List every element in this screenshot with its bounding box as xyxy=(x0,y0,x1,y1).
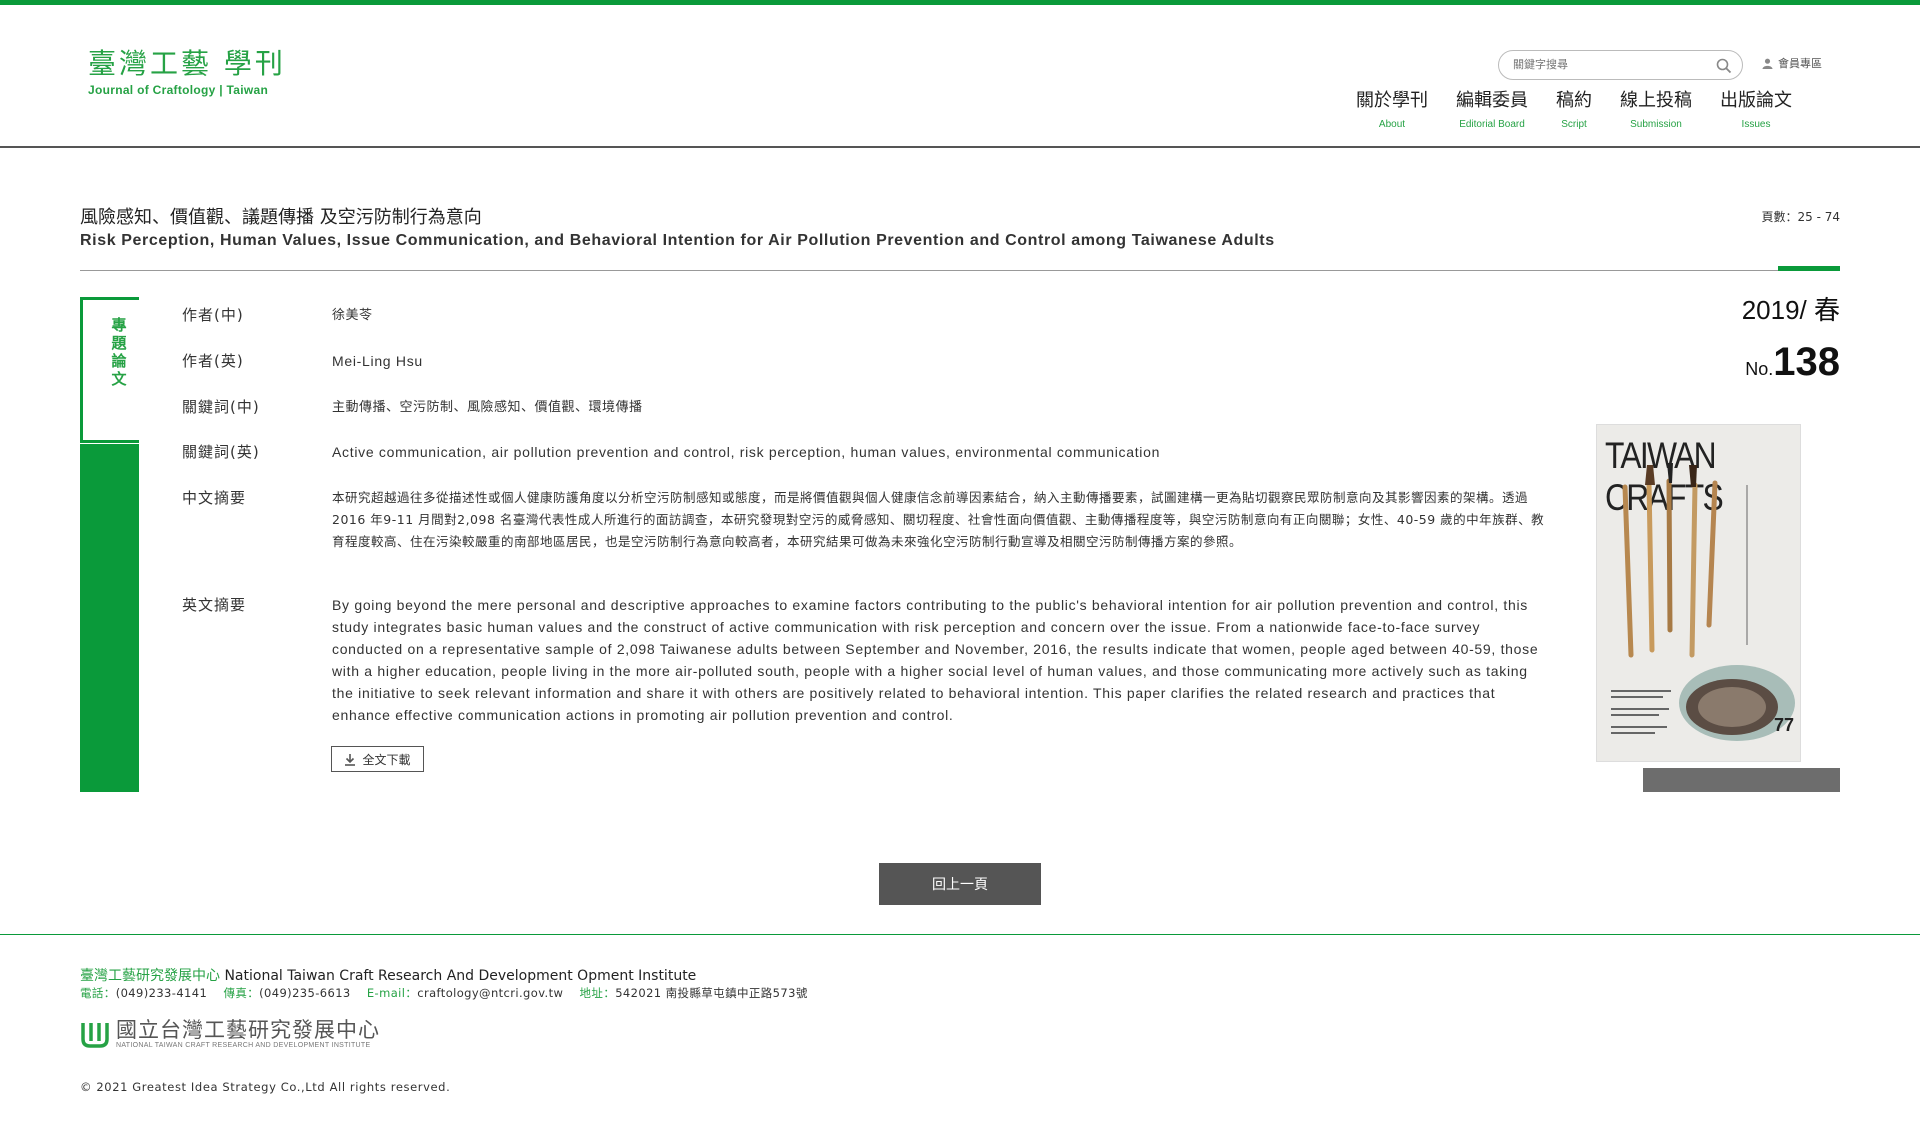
logo-en: Journal of Craftology | Taiwan xyxy=(88,83,269,97)
search-input[interactable] xyxy=(1513,58,1703,71)
nav-about[interactable]: 關於學刊 About xyxy=(1356,89,1428,130)
address-value: 542021 南投縣草屯鎮中正路573號 xyxy=(615,986,808,1000)
keywords-en-value: Active communication, air pollution prev… xyxy=(332,444,1161,460)
category-label: 專題論文 xyxy=(111,316,127,388)
category-bar xyxy=(80,444,139,792)
nav-issues-sublabel: Issues xyxy=(1741,119,1771,130)
institute-name-en: National Taiwan Craft Research And Devel… xyxy=(224,968,697,984)
member-link[interactable]: 會員專區 xyxy=(1762,55,1822,71)
cover-issue-number: 77 xyxy=(1774,715,1795,735)
nav-issues[interactable]: 出版論文 Issues xyxy=(1720,89,1792,130)
search-icon[interactable] xyxy=(1716,58,1732,74)
nav-submission-label: 線上投稿 xyxy=(1620,90,1692,111)
title-divider-accent xyxy=(1778,266,1840,271)
author-zh-label: 作者(中) xyxy=(182,306,244,324)
nav-issues-label: 出版論文 xyxy=(1720,90,1792,111)
member-label: 會員專區 xyxy=(1778,57,1822,70)
footer-institute: 臺灣工藝研究發展中心 National Taiwan Craft Researc… xyxy=(80,965,696,985)
email-label: E-mail： xyxy=(366,986,418,1000)
category-tag: 專題論文 xyxy=(80,297,139,443)
search-box xyxy=(1498,50,1743,80)
article-title-zh: 風險感知、價值觀、議題傳播 及空污防制行為意向 xyxy=(80,207,482,228)
author-en-value: Mei-Ling Hsu xyxy=(332,353,423,369)
brushes-illustration xyxy=(1611,463,1795,741)
institute-name-zh: 臺灣工藝研究發展中心 xyxy=(80,968,220,984)
issue-season: 2019/ 春 xyxy=(1741,295,1840,325)
nav-script-label: 稿約 xyxy=(1556,90,1592,111)
issue-prefix: No. xyxy=(1745,359,1774,379)
row-keywords-zh: 關鍵詞(中) 主動傳播、空污防制、風險感知、價值觀、環境傳播 xyxy=(182,396,643,417)
download-label: 全文下載 xyxy=(362,752,411,767)
site-header: 臺灣工藝 學刊 Journal of Craftology | Taiwan 會… xyxy=(0,5,1920,148)
nav-submission-sublabel: Submission xyxy=(1630,119,1682,130)
page-range: 頁數：25 - 74 xyxy=(1761,210,1841,224)
abstract-zh-label: 中文摘要 xyxy=(182,489,247,507)
site-logo[interactable]: 臺灣工藝 學刊 Journal of Craftology | Taiwan xyxy=(88,47,286,97)
title-divider xyxy=(80,270,1840,271)
user-icon xyxy=(1762,58,1773,69)
nav-editorial-board-sublabel: Editorial Board xyxy=(1459,119,1525,130)
footer-logo-zh: 國立台灣工藝研究發展中心 xyxy=(116,1018,380,1042)
footer-logo-en: NATIONAL TAIWAN CRAFT RESEARCH AND DEVEL… xyxy=(116,1042,371,1049)
abstract-en-label: 英文摘要 xyxy=(182,596,247,614)
footer-logo[interactable]: 國立台灣工藝研究發展中心 NATIONAL TAIWAN CRAFT RESEA… xyxy=(80,1018,380,1049)
nav-script-sublabel: Script xyxy=(1561,119,1587,130)
nav-editorial-board[interactable]: 編輯委員 Editorial Board xyxy=(1456,89,1528,130)
issue-number-value: 138 xyxy=(1773,340,1840,384)
keywords-en-label: 關鍵詞(英) xyxy=(182,443,260,461)
email-link[interactable]: craftology@ntcri.gov.tw xyxy=(417,986,563,1000)
ntcri-logo-icon xyxy=(81,1022,109,1048)
tel-value: (049)233-4141 xyxy=(115,986,208,1000)
author-zh-value: 徐美苓 xyxy=(332,308,373,323)
row-abstract-zh: 中文摘要 本研究超越過往多從描述性或個人健康防護角度以分析空污防制感知或態度，而… xyxy=(182,487,1550,553)
tel-label: 電話： xyxy=(80,986,116,1000)
footer-contact: 電話：(049)233-4141 傳真：(049)235-6613 E-mail… xyxy=(80,985,808,1001)
nav-editorial-board-label: 編輯委員 xyxy=(1456,90,1528,111)
download-fulltext-button[interactable]: 全文下載 xyxy=(331,746,424,772)
fax-label: 傳真： xyxy=(223,986,260,1000)
footer-divider xyxy=(0,934,1920,935)
nav-script[interactable]: 稿約 Script xyxy=(1556,89,1592,130)
nav-about-sublabel: About xyxy=(1378,119,1406,130)
back-button[interactable]: 回上一頁 xyxy=(879,863,1041,905)
nav-about-label: 關於學刊 xyxy=(1356,90,1428,111)
cover-caption-bar xyxy=(1643,768,1840,792)
logo-zh: 臺灣工藝 學刊 xyxy=(88,47,286,80)
main-nav: 關於學刊 About 編輯委員 Editorial Board 稿約 Scrip… xyxy=(1356,89,1820,130)
address-label: 地址： xyxy=(579,986,616,1000)
download-icon xyxy=(345,753,356,766)
author-en-label: 作者(英) xyxy=(182,352,244,370)
keywords-zh-value: 主動傳播、空污防制、風險感知、價值觀、環境傳播 xyxy=(332,400,643,415)
nav-submission[interactable]: 線上投稿 Submission xyxy=(1620,89,1692,130)
fax-value: (049)235-6613 xyxy=(259,986,351,1000)
row-author-zh: 作者(中) 徐美苓 xyxy=(182,304,373,325)
issue-number: No.138 xyxy=(1745,340,1840,385)
issue-cover-image[interactable]: TAIWAN CRAFTS 77 xyxy=(1596,424,1801,762)
row-author-en: 作者(英) Mei-Ling Hsu xyxy=(182,350,423,372)
abstract-en-text: By going beyond the mere personal and de… xyxy=(332,597,1539,723)
article-title-en: Risk Perception, Human Values, Issue Com… xyxy=(80,232,1275,249)
copyright: © 2021 Greatest Idea Strategy Co.,Ltd Al… xyxy=(80,1080,451,1094)
abstract-zh-text: 本研究超越過往多從描述性或個人健康防護角度以分析空污防制感知或態度，而是將價值觀… xyxy=(332,490,1545,549)
row-keywords-en: 關鍵詞(英) Active communication, air polluti… xyxy=(182,441,1160,463)
row-abstract-en: 英文摘要 By going beyond the mere personal a… xyxy=(182,594,1550,726)
keywords-zh-label: 關鍵詞(中) xyxy=(182,398,260,416)
